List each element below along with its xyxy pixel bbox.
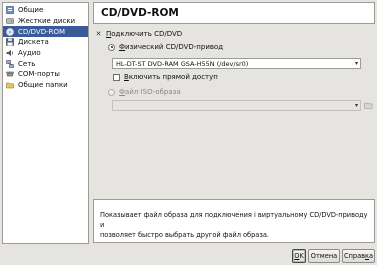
sidebar-item-cd-dvd-rom[interactable]: CD/DVD-ROM <box>3 26 88 38</box>
description-text-line2: позволяет быстро выбрать другой файл обр… <box>100 231 269 239</box>
description-text-line1: Показывает файл образа для подключения і… <box>100 211 368 229</box>
network-icon <box>6 60 14 68</box>
settings-category-list[interactable]: Общие Жесткие диски CD/DVD-ROM Дискета А… <box>2 2 89 244</box>
sidebar-item-label: CD/DVD-ROM <box>18 27 66 36</box>
iso-radio-label-rest: айл ISO-образа <box>125 88 181 96</box>
iso-image-select[interactable]: ▾ <box>112 100 361 111</box>
cancel-button-label: Отмена <box>310 252 338 260</box>
description-panel: Показывает файл образа для подключения і… <box>93 199 375 243</box>
open-iso-file-button[interactable] <box>363 100 374 111</box>
help-button-label-rest: а <box>368 252 374 260</box>
sidebar-item-label: Дискета <box>18 38 49 47</box>
passthrough-checkbox[interactable]: Включить прямой доступ <box>113 73 218 81</box>
sidebar-item-shared-folders[interactable]: Общие папки <box>3 80 88 91</box>
mount-checkbox-label-rest: одключить CD/DVD <box>111 30 183 38</box>
sidebar-item-hard-disks[interactable]: Жесткие диски <box>3 16 88 27</box>
cancel-button[interactable]: Отмена <box>308 249 340 263</box>
dropdown-arrow-icon[interactable]: ▾ <box>355 60 358 67</box>
radio-checked-icon[interactable] <box>108 43 115 51</box>
page-title-panel: CD/DVD-ROM <box>93 2 375 24</box>
sidebar-item-label: Общие папки <box>18 81 68 90</box>
dropdown-arrow-icon[interactable]: ▾ <box>355 102 358 109</box>
sidebar-item-network[interactable]: Сеть <box>3 58 88 69</box>
help-button-label-prefix: Справ <box>343 252 365 260</box>
host-drive-radio-label: Физический CD/DVD-привод <box>119 43 223 51</box>
general-icon <box>6 6 14 15</box>
sidebar-item-label: COM-порты <box>18 70 60 79</box>
radio-unchecked-icon[interactable] <box>108 88 115 96</box>
host-drive-value: HL-DT-ST DVD-RAM GSA-H55N (/dev/sr0) <box>116 59 249 68</box>
sidebar-item-label: Общие <box>18 6 44 15</box>
mount-cd-dvd-checkbox[interactable]: ✕ Подключить CD/DVD <box>95 30 183 38</box>
sidebar-item-audio[interactable]: Аудио <box>3 48 88 59</box>
sidebar-item-label: Сеть <box>18 59 36 68</box>
mount-checkbox-label: Подключить CD/DVD <box>106 30 182 38</box>
host-drive-select[interactable]: HL-DT-ST DVD-RAM GSA-H55N (/dev/sr0) ▾ <box>112 58 361 69</box>
host-drive-label-rest: изический CD/DVD-привод <box>125 43 224 51</box>
checkbox-checked-icon[interactable]: ✕ <box>95 30 102 38</box>
checkbox-unchecked-icon[interactable] <box>113 73 120 81</box>
passthrough-checkbox-label: Включить прямой доступ <box>124 73 218 81</box>
cd-dvd-icon <box>6 27 14 36</box>
sidebar-item-label: Аудио <box>18 49 41 58</box>
sidebar-item-label: Жесткие диски <box>18 17 76 26</box>
sidebar-item-floppy[interactable]: Дискета <box>3 37 88 48</box>
audio-icon <box>6 49 14 57</box>
ok-button-label-rest: K <box>299 252 304 260</box>
passthrough-label-rest: ключить прямой доступ <box>128 73 218 81</box>
page-title: CD/DVD-ROM <box>101 7 179 19</box>
floppy-icon <box>6 38 14 47</box>
shared-folder-icon <box>6 81 14 89</box>
iso-radio-label: Файл ISO-образа <box>119 88 181 96</box>
hard-disk-icon <box>6 17 14 25</box>
folder-open-icon <box>364 102 373 109</box>
sidebar-item-com-ports[interactable]: COM-порты <box>3 69 88 80</box>
iso-image-radio[interactable]: Файл ISO-образа <box>108 88 181 96</box>
ok-button[interactable]: ОK <box>292 249 306 263</box>
host-drive-radio[interactable]: Физический CD/DVD-привод <box>108 43 223 51</box>
help-button[interactable]: Справ к а <box>342 249 375 263</box>
sidebar-item-general[interactable]: Общие <box>3 5 88 16</box>
com-port-icon <box>6 70 14 78</box>
